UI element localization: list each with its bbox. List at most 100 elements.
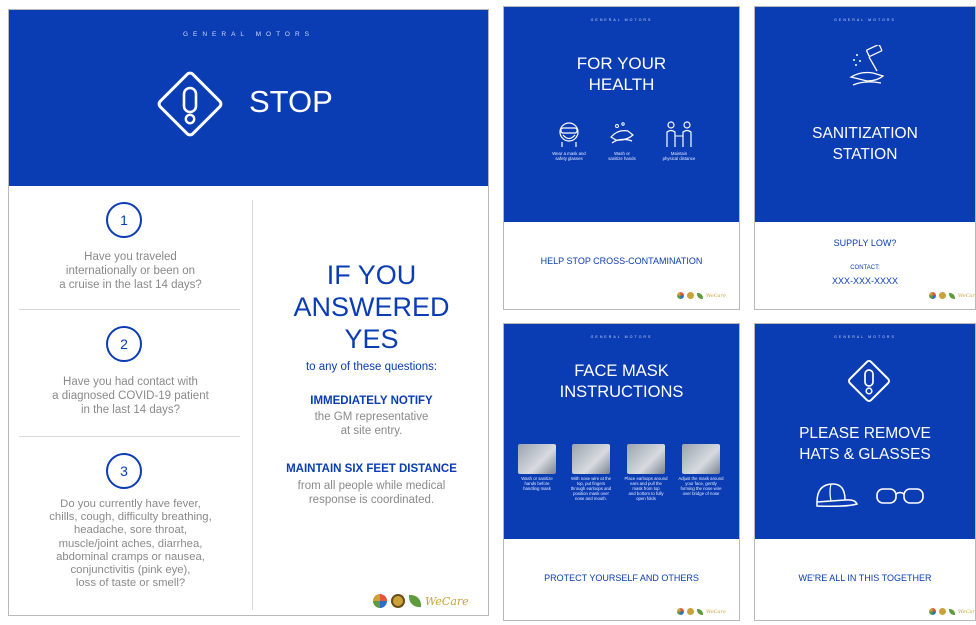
sponsor-logos: WeCare [373, 594, 469, 608]
logo-flower-icon [677, 292, 684, 299]
brand-label: GENERAL MOTORS [834, 18, 896, 22]
warning-diamond-icon [157, 71, 223, 137]
remove-hats-poster: GENERAL MOTORS PLEASE REMOVE HATS & GLAS… [754, 323, 976, 621]
wecare-logo: WeCare [425, 594, 469, 608]
logo-emblem-icon [391, 594, 405, 608]
stop-poster: GENERAL MOTORS STOP 1 Have you traveled … [8, 9, 489, 616]
contact-phone: XXX-XXX-XXXX [831, 276, 899, 286]
question-text-line: internationally or been on [65, 265, 196, 277]
answer-subheading: to any of these questions: [305, 361, 438, 373]
stop-title: STOP [249, 84, 333, 119]
icon-caption-line: physical distance [662, 156, 696, 161]
sanitization-title-line: STATION [832, 146, 898, 163]
question-text-line: Have you had contact with [63, 376, 198, 388]
health-title-line: FOR YOUR [576, 54, 667, 73]
question-text-line: chills, cough, difficulty breathing, [49, 511, 212, 524]
sponsor-logos: WeCare [677, 292, 726, 299]
cap-icon [816, 483, 859, 507]
facemask-header-band [504, 324, 739, 539]
answer-heading-line: YES [344, 324, 399, 354]
sponsor-logos: WeCare [929, 608, 975, 615]
health-poster: GENERAL MOTORS FOR YOUR HEALTH Wear a ma… [503, 6, 740, 310]
step-caption-line: nose and mouth. [574, 496, 607, 501]
supply-low-heading: SUPPLY LOW? [833, 238, 897, 248]
distance-text-line: from all people while medical [297, 480, 446, 492]
wecare-logo: WeCare [706, 608, 726, 615]
remove-title-line: PLEASE REMOVE [799, 425, 931, 442]
wecare-logo: WeCare [706, 292, 726, 299]
logo-leaf-icon [697, 608, 703, 615]
sanitization-header-band [755, 7, 975, 222]
question-text-line: in the last 14 days? [80, 404, 181, 416]
notify-heading: IMMEDIATELY NOTIFY [310, 395, 433, 407]
question-text-line: conjunctivitis (pink eye), [70, 564, 191, 577]
warning-diamond-icon [848, 360, 890, 402]
distance-heading: MAINTAIN SIX FEET DISTANCE [286, 463, 457, 475]
answer-heading-line: ANSWERED [293, 292, 450, 322]
sponsor-logos: WeCare [929, 292, 976, 299]
question-text-line: a diagnosed COVID-19 patient [52, 390, 209, 402]
question-number-badge: 3 [106, 453, 142, 489]
logo-leaf-icon [949, 292, 955, 299]
notify-text-line: at site entry. [340, 425, 403, 437]
logo-leaf-icon [409, 595, 421, 607]
logo-flower-icon [929, 608, 936, 615]
question-number-badge: 1 [106, 202, 142, 238]
question-2: 2 Have you had contact with a diagnosed … [9, 310, 252, 436]
question-text-line: headache, sore throat, [73, 524, 188, 537]
facemask-title-line: FACE MASK [574, 362, 669, 380]
remove-title-line: HATS & GLASSES [799, 446, 931, 463]
logo-emblem-icon [687, 608, 694, 615]
question-text-line: loss of taste or smell? [75, 577, 186, 590]
glasses-icon [876, 488, 924, 504]
remove-footer: WE'RE ALL IN THIS TOGETHER [798, 573, 932, 583]
contact-label: CONTACT: [850, 265, 880, 271]
icon-caption-line: safety glasses [555, 156, 583, 161]
facemask-poster: GENERAL MOTORS FACE MASK INSTRUCTIONS Wa… [503, 323, 740, 621]
step-photo [518, 444, 556, 474]
sanitization-title-line: SANITIZATION [812, 125, 918, 142]
logo-emblem-icon [687, 292, 694, 299]
logo-emblem-icon [939, 608, 946, 615]
logo-flower-icon [929, 292, 936, 299]
facemask-title-line: INSTRUCTIONS [559, 383, 684, 401]
brand-label: GENERAL MOTORS [182, 31, 315, 38]
notify-text-line: the GM representative [314, 411, 429, 423]
logo-emblem-icon [939, 292, 946, 299]
question-1: 1 Have you traveled internationally or b… [9, 186, 252, 309]
step-photo [572, 444, 610, 474]
question-text-line: abdominal cramps or nausea, [56, 550, 205, 563]
logo-leaf-icon [697, 292, 703, 299]
question-text-line: muscle/joint aches, diarrhea, [58, 537, 203, 550]
step-caption-line: over bridge of nose [682, 491, 720, 496]
spray-bottle-icon [849, 45, 885, 86]
facemask-footer: PROTECT YOURSELF AND OTHERS [544, 573, 699, 583]
distance-icon [666, 121, 692, 147]
icon-caption-line: sanitize hands [608, 156, 636, 161]
logo-leaf-icon [949, 608, 955, 615]
distance-text-line: response is coordinated. [308, 494, 435, 506]
question-text-line: a cruise in the last 14 days? [59, 279, 202, 291]
health-header-band [504, 7, 739, 222]
wash-hands-icon [610, 122, 634, 144]
brand-label: GENERAL MOTORS [590, 18, 653, 22]
wecare-logo: WeCare [958, 292, 976, 299]
health-title-line: HEALTH [588, 75, 655, 94]
sponsor-logos: WeCare [677, 608, 726, 615]
logo-flower-icon [677, 608, 684, 615]
health-footer: HELP STOP CROSS-CONTAMINATION [540, 256, 703, 266]
question-3: 3 Do you currently have fever, chills, c… [9, 437, 252, 615]
step-caption-line: handling mask [523, 486, 551, 491]
question-text-line: Do you currently have fever, [60, 498, 201, 510]
step-photo [627, 444, 665, 474]
answer-panel: IF YOU ANSWERED YES to any of these ques… [253, 186, 488, 615]
mask-goggles-icon [559, 122, 579, 147]
logo-flower-icon [373, 594, 387, 608]
question-number-badge: 2 [106, 326, 142, 362]
brand-label: GENERAL MOTORS [834, 335, 896, 339]
brand-label: GENERAL MOTORS [590, 335, 653, 339]
sanitization-poster: GENERAL MOTORS SANITIZATION STATION SUPP… [754, 6, 976, 310]
question-text-line: Have you traveled [84, 251, 177, 263]
answer-heading-line: IF YOU [326, 260, 417, 290]
step-caption-line: open folds [636, 496, 656, 501]
